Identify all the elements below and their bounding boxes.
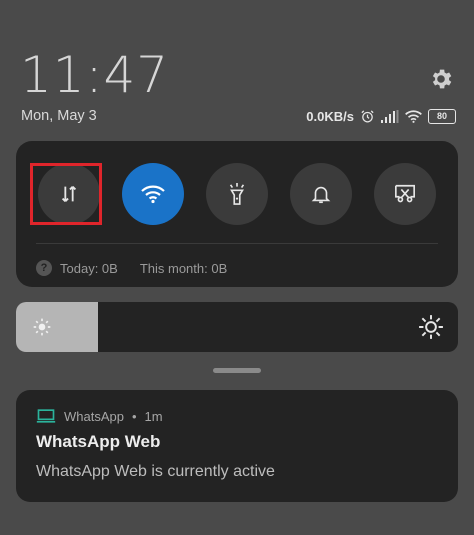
sun-small-icon — [33, 318, 51, 336]
divider — [36, 243, 438, 244]
wifi-icon — [405, 109, 422, 123]
notification-body: WhatsApp Web is currently active — [36, 463, 275, 480]
date: Mon, May 3 — [21, 108, 97, 124]
data-usage[interactable]: ? Today: 0B This month: 0B — [36, 258, 227, 278]
highlight-box — [30, 163, 102, 225]
sun-large-icon — [419, 315, 443, 339]
notification-app: WhatsApp — [64, 408, 124, 424]
cellular-signal-icon — [381, 109, 399, 123]
laptop-icon — [36, 409, 56, 423]
network-speed: 0.0KB/s — [306, 108, 354, 124]
wifi-toggle[interactable] — [122, 163, 184, 225]
usage-today: Today: 0B — [60, 260, 118, 276]
scissors-screenshot-icon — [395, 184, 415, 203]
notification-card[interactable]: WhatsApp • 1m WhatsApp Web WhatsApp Web … — [16, 390, 458, 502]
flashlight-icon — [229, 183, 245, 205]
brightness-fill — [16, 302, 98, 352]
clock[interactable]: 11:47 — [20, 46, 169, 104]
status-bar: 0.0KB/s 80 — [306, 107, 456, 125]
wifi-icon — [141, 185, 165, 204]
separator-dot: • — [131, 408, 137, 424]
notification-header: WhatsApp • 1m — [36, 408, 163, 424]
bell-icon — [311, 186, 331, 204]
drag-handle[interactable] — [213, 368, 261, 373]
help-icon: ? — [36, 260, 52, 276]
flashlight-toggle[interactable] — [206, 163, 268, 225]
sound-toggle[interactable] — [290, 163, 352, 225]
alarm-clock-icon — [361, 109, 374, 122]
brightness-slider[interactable] — [16, 302, 458, 352]
quick-settings-panel: ? Today: 0B This month: 0B — [16, 141, 458, 287]
gear-icon[interactable] — [428, 66, 454, 92]
battery-icon: 80 — [428, 108, 456, 124]
usage-month: This month: 0B — [139, 260, 228, 276]
notification-time: 1m — [144, 408, 163, 424]
notification-title: WhatsApp Web — [36, 432, 161, 451]
screenshot-toggle[interactable] — [374, 163, 436, 225]
